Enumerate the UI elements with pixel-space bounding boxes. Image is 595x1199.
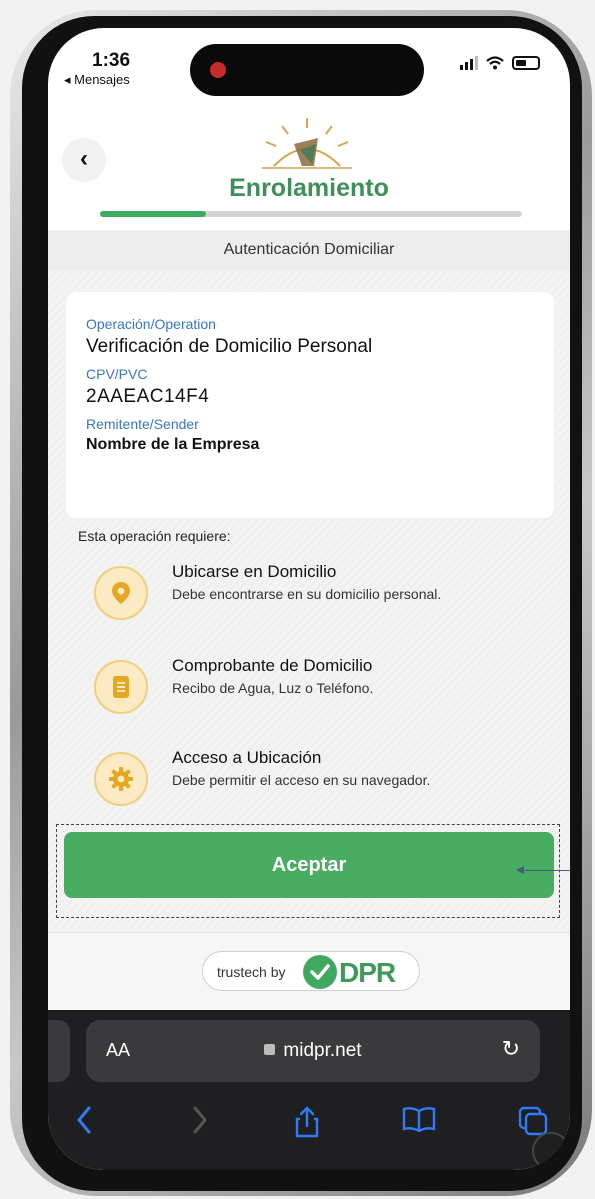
- requirement-title: Acceso a Ubicación: [172, 748, 322, 767]
- accept-button[interactable]: Aceptar: [64, 832, 554, 898]
- pointer-arrow: [520, 870, 570, 871]
- badge-brand: DPR: [339, 957, 396, 988]
- sender-label: Remitente/Sender: [86, 416, 199, 432]
- reload-icon[interactable]: ↻: [502, 1036, 520, 1062]
- recording-indicator: [210, 62, 226, 78]
- requirement-item: Acceso a Ubicación Debe permitir el acce…: [94, 748, 554, 808]
- status-time: 1:36: [92, 50, 131, 71]
- status-icons: [460, 56, 540, 70]
- sender-value: Nombre de la Empresa: [86, 436, 260, 453]
- document-icon: [94, 660, 148, 714]
- requirements-title: Esta operación requiere:: [78, 528, 231, 544]
- signal-icon: [460, 56, 478, 70]
- requirement-title: Comprobante de Domicilio: [172, 656, 373, 675]
- share-icon[interactable]: [294, 1106, 320, 1138]
- lock-icon: [264, 1044, 276, 1055]
- progress-bar: [100, 211, 522, 217]
- dynamic-island: [190, 44, 424, 96]
- url-text: midpr.net: [283, 1040, 362, 1061]
- browser-toolbar: AA midpr.net ↻: [48, 1010, 570, 1170]
- address-bar[interactable]: AA midpr.net ↻: [86, 1020, 540, 1082]
- logo-icon: [262, 118, 352, 169]
- requirement-desc: Debe encontrarse en su domicilio persona…: [172, 586, 442, 602]
- tabs-icon[interactable]: [518, 1106, 548, 1136]
- footer: trustech by DPR: [48, 932, 570, 1010]
- forward-arrow-icon[interactable]: [192, 1106, 208, 1134]
- pointer-arrow-head: [516, 866, 524, 874]
- live-text-icon[interactable]: [532, 1132, 570, 1170]
- requirement-item: Comprobante de Domicilio Recibo de Agua,…: [94, 656, 554, 716]
- back-arrow-icon[interactable]: [76, 1106, 92, 1134]
- gear-icon: [94, 752, 148, 806]
- main-content: Operación/Operation Verificación de Domi…: [48, 270, 570, 932]
- operation-value: Verificación de Domicilio Personal: [86, 336, 373, 357]
- previous-tab-stub[interactable]: [48, 1020, 70, 1082]
- progress-fill: [100, 211, 206, 217]
- section-subheader: Autenticación Domiciliar: [48, 230, 570, 270]
- operation-label: Operación/Operation: [86, 316, 216, 332]
- requirement-item: Ubicarse en Domicilio Debe encontrarse e…: [94, 562, 554, 622]
- requirement-desc: Recibo de Agua, Luz o Teléfono.: [172, 680, 374, 696]
- operation-info-card: Operación/Operation Verificación de Domi…: [66, 292, 554, 518]
- cpv-label: CPV/PVC: [86, 366, 148, 382]
- phone-screen: 1:36 ◂ Mensajes ‹ Enrolamiento Autentica…: [48, 28, 570, 1170]
- bookmarks-icon[interactable]: [402, 1106, 436, 1132]
- checkmark-icon: [303, 955, 337, 989]
- page-title: Enrolamiento: [229, 174, 389, 202]
- cpv-value: 2AAEAC14F4: [86, 386, 210, 407]
- location-pin-icon: [94, 566, 148, 620]
- url-display: midpr.net: [86, 1040, 540, 1062]
- trustech-badge[interactable]: trustech by DPR: [202, 951, 420, 991]
- requirement-desc: Debe permitir el acceso en su navegador.: [172, 772, 431, 788]
- wifi-icon: [486, 56, 504, 70]
- requirement-title: Ubicarse en Domicilio: [172, 562, 337, 581]
- browser-nav-row: [48, 1106, 570, 1146]
- badge-prefix: trustech by: [217, 964, 286, 980]
- battery-icon: [512, 56, 540, 70]
- back-to-messages-link[interactable]: ◂ Mensajes: [64, 72, 130, 88]
